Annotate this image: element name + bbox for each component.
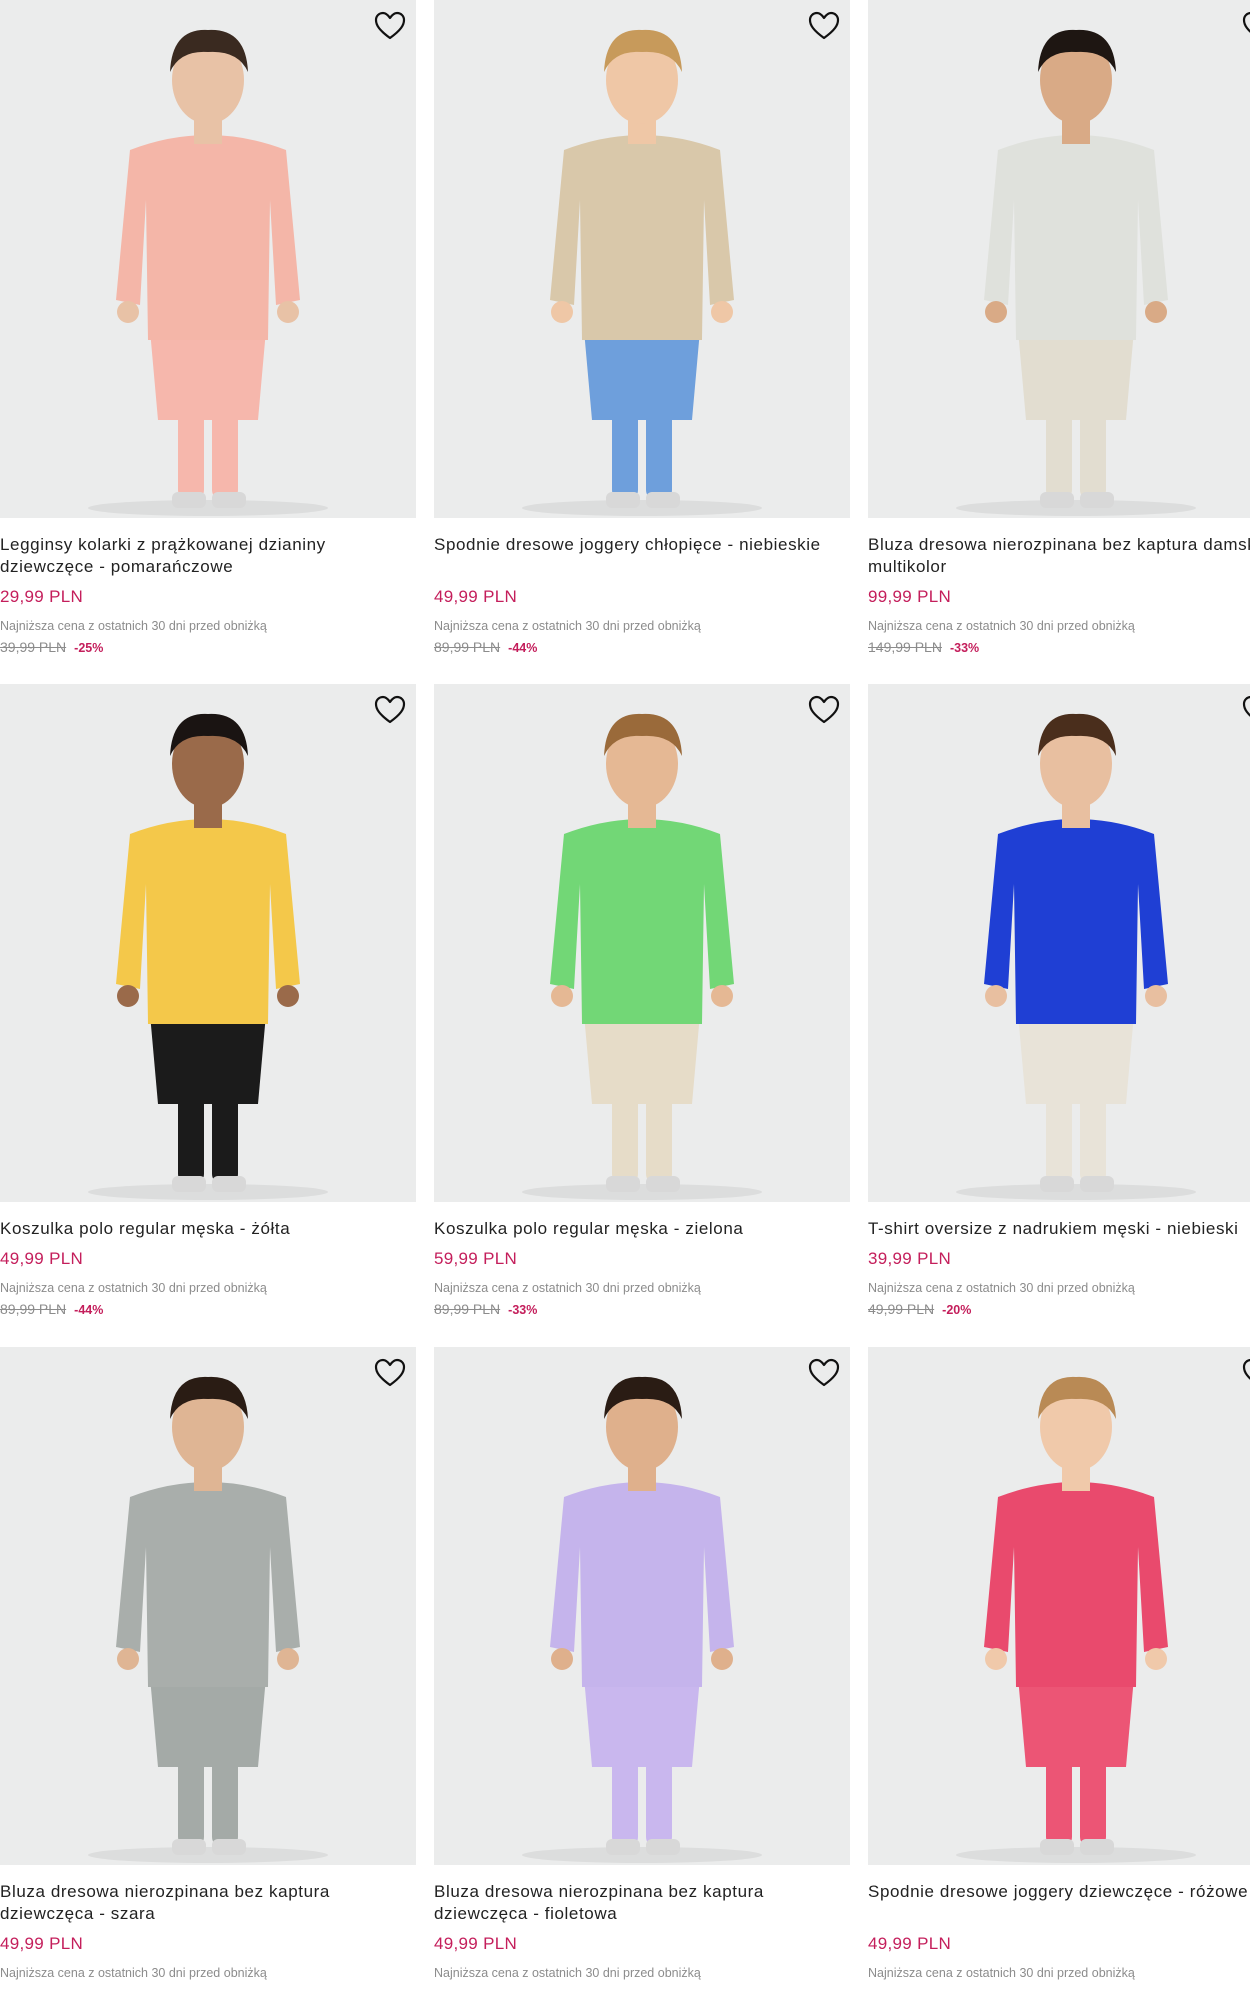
discount-badge: -33%	[949, 641, 980, 655]
favorite-heart-icon[interactable]	[1240, 8, 1250, 44]
product-image[interactable]	[434, 1347, 850, 1865]
product-image[interactable]	[434, 0, 850, 518]
product-title[interactable]: Bluza dresowa nierozpinana bez kaptura d…	[434, 1881, 850, 1925]
product-price: 49,99 PLN	[434, 587, 518, 606]
lowest-price-note: Najniższa cena z ostatnich 30 dni przed …	[868, 1966, 1135, 1980]
product-info: Bluza dresowa nierozpinana bez kaptura d…	[0, 1865, 416, 1981]
lowest-price-note: Najniższa cena z ostatnich 30 dni przed …	[868, 619, 1135, 633]
man-yellow-polo-photo	[88, 713, 328, 1200]
product-price: 99,99 PLN	[868, 587, 952, 606]
old-price-row: 39,99 PLN -25%	[0, 638, 416, 657]
product-info: Spodnie dresowe joggery dziewczęce - róż…	[868, 1865, 1250, 1981]
lowest-price-note: Najniższa cena z ostatnich 30 dni przed …	[434, 619, 701, 633]
favorite-heart-icon[interactable]	[806, 692, 842, 728]
old-price-row: 149,99 PLN -33%	[868, 638, 1250, 657]
product-price: 29,99 PLN	[0, 587, 84, 606]
product-info: Legginsy kolarki z prążkowanej dzianiny …	[0, 518, 416, 657]
product-image[interactable]	[868, 684, 1250, 1202]
old-price: 89,99 PLN	[0, 1301, 67, 1317]
product-price: 49,99 PLN	[434, 1934, 518, 1953]
girl-leggings-photo	[88, 29, 328, 516]
girl-grey-sweatshirt-photo	[88, 1376, 328, 1863]
product-price: 59,99 PLN	[434, 1249, 518, 1268]
favorite-heart-icon[interactable]	[806, 1355, 842, 1391]
product-info: Koszulka polo regular męska - zielona 59…	[434, 1202, 850, 1319]
product-card[interactable]: Bluza dresowa nierozpinana bez kaptura d…	[434, 1347, 850, 1981]
old-price-row: 89,99 PLN -33%	[434, 1300, 850, 1319]
product-info: Bluza dresowa nierozpinana bez kaptura d…	[434, 1865, 850, 1981]
old-price-row: 89,99 PLN -44%	[0, 1300, 416, 1319]
discount-badge: -25%	[74, 641, 104, 655]
product-title[interactable]: Legginsy kolarki z prążkowanej dzianiny …	[0, 534, 416, 578]
product-title[interactable]: T-shirt oversize z nadrukiem męski - nie…	[868, 1218, 1250, 1240]
product-title[interactable]: Spodnie dresowe joggery dziewczęce - róż…	[868, 1881, 1250, 1925]
product-price: 49,99 PLN	[0, 1934, 84, 1953]
man-green-polo-photo	[522, 713, 762, 1200]
product-title[interactable]: Koszulka polo regular męska - zielona	[434, 1218, 850, 1240]
lowest-price-note: Najniższa cena z ostatnich 30 dni przed …	[868, 1281, 1135, 1295]
lowest-price-note: Najniższa cena z ostatnich 30 dni przed …	[0, 619, 267, 633]
man-blue-tshirt-photo	[956, 713, 1196, 1200]
product-image[interactable]	[868, 1347, 1250, 1865]
girl-violet-sweatshirt-photo	[522, 1376, 762, 1863]
old-price-row: 89,99 PLN -44%	[434, 638, 850, 657]
product-info: Koszulka polo regular męska - żółta 49,9…	[0, 1202, 416, 1319]
lowest-price-note: Najniższa cena z ostatnich 30 dni przed …	[434, 1281, 701, 1295]
girl-pink-joggers-photo	[956, 1376, 1196, 1863]
product-grid: Legginsy kolarki z prążkowanej dzianiny …	[0, 0, 1250, 1992]
product-title[interactable]: Bluza dresowa nierozpinana bez kaptura d…	[868, 534, 1250, 578]
favorite-heart-icon[interactable]	[1240, 692, 1250, 728]
favorite-heart-icon[interactable]	[372, 1355, 408, 1391]
product-price: 49,99 PLN	[0, 1249, 84, 1268]
product-card[interactable]: Legginsy kolarki z prążkowanej dzianiny …	[0, 0, 416, 657]
product-card[interactable]: Koszulka polo regular męska - żółta 49,9…	[0, 684, 416, 1319]
old-price: 39,99 PLN	[0, 639, 67, 655]
boy-joggers-photo	[522, 29, 762, 516]
lowest-price-note: Najniższa cena z ostatnich 30 dni przed …	[0, 1966, 267, 1980]
old-price: 89,99 PLN	[434, 1301, 501, 1317]
product-image[interactable]	[868, 0, 1250, 518]
old-price-row: 49,99 PLN -20%	[868, 1300, 1250, 1319]
discount-badge: -33%	[508, 1303, 538, 1317]
product-image[interactable]	[434, 684, 850, 1202]
product-price: 39,99 PLN	[868, 1249, 952, 1268]
old-price: 49,99 PLN	[868, 1301, 935, 1317]
product-title[interactable]: Koszulka polo regular męska - żółta	[0, 1218, 416, 1240]
discount-badge: -20%	[942, 1303, 972, 1317]
old-price: 89,99 PLN	[434, 639, 501, 655]
product-image[interactable]	[0, 684, 416, 1202]
favorite-heart-icon[interactable]	[372, 8, 408, 44]
lowest-price-note: Najniższa cena z ostatnich 30 dni przed …	[0, 1281, 267, 1295]
product-card[interactable]: Koszulka polo regular męska - zielona 59…	[434, 684, 850, 1319]
product-card[interactable]: T-shirt oversize z nadrukiem męski - nie…	[868, 684, 1250, 1319]
discount-badge: -44%	[74, 1303, 104, 1317]
product-image[interactable]	[0, 0, 416, 518]
product-info: Spodnie dresowe joggery chłopięce - nieb…	[434, 518, 850, 657]
lowest-price-note: Najniższa cena z ostatnich 30 dni przed …	[434, 1966, 701, 1980]
favorite-heart-icon[interactable]	[806, 8, 842, 44]
product-price: 49,99 PLN	[868, 1934, 952, 1953]
old-price: 149,99 PLN	[868, 639, 942, 655]
product-card[interactable]: Spodnie dresowe joggery dziewczęce - róż…	[868, 1347, 1250, 1981]
product-title[interactable]: Spodnie dresowe joggery chłopięce - nieb…	[434, 534, 850, 578]
product-info: T-shirt oversize z nadrukiem męski - nie…	[868, 1202, 1250, 1319]
product-info: Bluza dresowa nierozpinana bez kaptura d…	[868, 518, 1250, 657]
product-card[interactable]: Bluza dresowa nierozpinana bez kaptura d…	[868, 0, 1250, 657]
woman-sweatshirt-photo	[956, 29, 1196, 516]
product-title[interactable]: Bluza dresowa nierozpinana bez kaptura d…	[0, 1881, 416, 1925]
favorite-heart-icon[interactable]	[372, 692, 408, 728]
product-card[interactable]: Spodnie dresowe joggery chłopięce - nieb…	[434, 0, 850, 657]
discount-badge: -44%	[508, 641, 538, 655]
product-image[interactable]	[0, 1347, 416, 1865]
favorite-heart-icon[interactable]	[1240, 1355, 1250, 1391]
product-card[interactable]: Bluza dresowa nierozpinana bez kaptura d…	[0, 1347, 416, 1981]
